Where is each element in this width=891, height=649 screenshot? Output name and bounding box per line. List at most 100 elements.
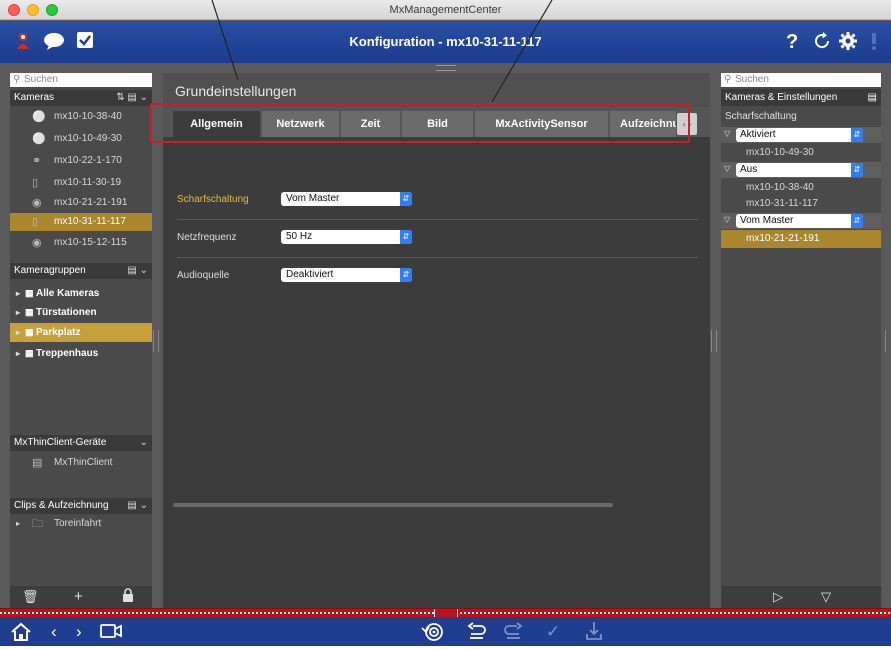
audioquelle-select[interactable]: Deaktiviert ⇵ (281, 268, 412, 282)
right-sidebar-header: Kameras & Einstellungen ▤ (721, 89, 881, 106)
camera-item[interactable]: mx10-10-49-30 (721, 144, 881, 162)
settings-search-input[interactable]: ⚲ Suchen (721, 73, 881, 87)
select-arrows-icon: ⇵ (400, 192, 412, 206)
close-window-button[interactable] (8, 4, 20, 16)
group-value-select[interactable]: Aus ⇵ (736, 163, 863, 177)
expand-triangle-icon[interactable]: ▸ (16, 303, 20, 322)
filter-down-icon[interactable]: ▽ (821, 588, 831, 606)
camera-item[interactable]: ▯ mx10-11-30-19 (10, 174, 152, 192)
thinclient-device-icon: ▤ (32, 457, 43, 469)
camera-item-selected[interactable]: ▯ mx10-31-11-117 (10, 213, 152, 231)
expand-triangle-icon[interactable]: ▸ (16, 323, 20, 342)
camera-item[interactable]: ◉ mx10-21-21-191 (10, 194, 152, 212)
help-icon[interactable]: ? (786, 31, 798, 53)
home-icon[interactable] (10, 621, 32, 649)
zoom-window-button[interactable] (46, 4, 58, 16)
camera-groups-section-header[interactable]: Kameragruppen ▤ ⌄ (10, 263, 152, 279)
group-options-icon[interactable]: ▤ ⌄ (127, 263, 148, 279)
far-right-splitter-handle[interactable] (885, 330, 891, 352)
forward-icon[interactable]: › (76, 621, 82, 643)
group-value-select[interactable]: Aktiviert ⇵ (736, 128, 863, 142)
camera-item[interactable]: ◉ mx10-15-12-115 (10, 234, 152, 252)
setting-label: Scharfschaltung (177, 194, 249, 205)
setting-label: Audioquelle (177, 270, 230, 281)
grid-icon: ▦ (25, 307, 34, 317)
options-icon[interactable]: ▤ (868, 89, 877, 106)
group-item[interactable]: ▸ ▦ Alle Kameras (10, 284, 152, 303)
camera-label: mx10-31-11-117 (54, 216, 126, 227)
back-icon[interactable]: ‹ (51, 621, 57, 643)
select-arrows-icon: ⇵ (851, 214, 863, 228)
page-title: Grundeinstellungen (175, 83, 297, 99)
camera-item[interactable]: ⚭ mx10-22-1-170 (10, 152, 152, 170)
main-config-area: Grundeinstellungen Allgemein Netzwerk Ze… (163, 73, 710, 608)
refresh-icon[interactable] (812, 31, 832, 56)
groups-header-label: Kameragruppen (14, 265, 86, 276)
minimize-window-button[interactable] (27, 4, 39, 16)
scharfschaltung-select[interactable]: Vom Master ⇵ (281, 192, 412, 206)
select-value: Vom Master (740, 215, 794, 226)
camera-label: mx10-21-21-191 (54, 197, 128, 208)
setting-name-label: Scharfschaltung (725, 111, 797, 122)
lock-icon[interactable] (122, 588, 134, 607)
group-item[interactable]: ▸ ▦ Türstationen (10, 303, 152, 322)
thinclient-item[interactable]: ▤ MxThinClient (10, 454, 152, 472)
thinclient-header-label: MxThinClient-Geräte (14, 437, 107, 448)
apply-checkmark-icon[interactable]: ✓ (546, 621, 560, 643)
chevron-down-icon[interactable]: ⌄ (140, 435, 148, 451)
alert-icon[interactable] (870, 31, 878, 56)
search-placeholder: Suchen (24, 74, 58, 85)
clips-options-icon[interactable]: ▤ ⌄ (127, 498, 148, 514)
netzfrequenz-select[interactable]: 50 Hz ⇵ (281, 230, 412, 244)
restore-history-icon[interactable] (421, 621, 445, 649)
group-label: Türstationen (36, 307, 97, 318)
camera-item[interactable]: mx10-31-11-117 (721, 195, 881, 213)
camera-search-input[interactable]: ⚲ Suchen (10, 73, 152, 87)
add-icon[interactable]: + (74, 588, 83, 606)
right-splitter-handle[interactable] (711, 330, 717, 352)
camera-item-selected[interactable]: mx10-21-21-191 (721, 230, 881, 248)
thinclient-section-header[interactable]: MxThinClient-Geräte ⌄ (10, 435, 152, 451)
play-icon[interactable]: ▷ (773, 588, 783, 606)
collapse-triangle-icon[interactable]: ▽ (724, 215, 730, 224)
save-download-icon[interactable] (584, 621, 604, 647)
cameras-header-label: Kameras (14, 92, 55, 103)
camera-view-icon[interactable] (99, 621, 123, 647)
expand-triangle-icon[interactable]: ▸ (16, 344, 20, 363)
door-station-icon: ▯ (32, 177, 39, 189)
left-splitter-handle[interactable] (153, 330, 159, 352)
grid-icon: ▦ (25, 348, 34, 358)
select-arrows-icon: ⇵ (851, 163, 863, 177)
value-group: ▽ Aktiviert ⇵ (721, 127, 881, 143)
select-value: Deaktiviert (286, 269, 334, 280)
right-header-label: Kameras & Einstellungen (725, 92, 838, 103)
setting-row: Scharfschaltung Vom Master ⇵ (177, 182, 698, 220)
gear-icon[interactable] (838, 31, 858, 56)
camera-item[interactable]: ⚪ mx10-10-38-40 (10, 108, 152, 126)
collapse-triangle-icon[interactable]: ▽ (724, 129, 730, 138)
trash-icon[interactable]: 🗑 (22, 588, 39, 606)
clips-section-header[interactable]: Clips & Aufzeichnung ▤ ⌄ (10, 498, 152, 514)
camera-label: mx10-22-1-170 (54, 155, 122, 166)
search-placeholder: Suchen (735, 74, 769, 85)
select-arrows-icon: ⇵ (400, 230, 412, 244)
top-resize-grip[interactable] (436, 65, 456, 71)
group-value-select[interactable]: Vom Master ⇵ (736, 214, 863, 228)
group-item-selected[interactable]: ▸ ▦ Parkplatz (10, 323, 152, 342)
grid-icon: ▦ (25, 327, 34, 337)
group-item[interactable]: ▸ ▦ Treppenhaus (10, 344, 152, 363)
search-icon: ⚲ (13, 74, 21, 85)
expand-triangle-icon[interactable]: ▸ (16, 515, 20, 533)
collapse-triangle-icon[interactable]: ▽ (724, 164, 730, 173)
horizontal-scrollbar[interactable] (173, 503, 613, 507)
settings-panel: Allgemein Netzwerk Zeit Bild MxActivityS… (163, 107, 710, 608)
undo-icon[interactable] (467, 621, 487, 647)
redo-icon[interactable] (503, 621, 523, 647)
camera-item[interactable]: ⚪ mx10-10-49-30 (10, 130, 152, 148)
tabs-highlight-frame (150, 103, 690, 143)
cameras-section-header[interactable]: Kameras ⇅ ▤ ⌄ (10, 90, 152, 106)
clip-item[interactable]: ▸ 🗀 Toreinfahrt (10, 515, 152, 533)
dome-camera-icon: ⚪ (32, 133, 46, 145)
sort-options-icon[interactable]: ⇅ ▤ ⌄ (116, 90, 148, 106)
expand-triangle-icon[interactable]: ▸ (16, 284, 20, 303)
